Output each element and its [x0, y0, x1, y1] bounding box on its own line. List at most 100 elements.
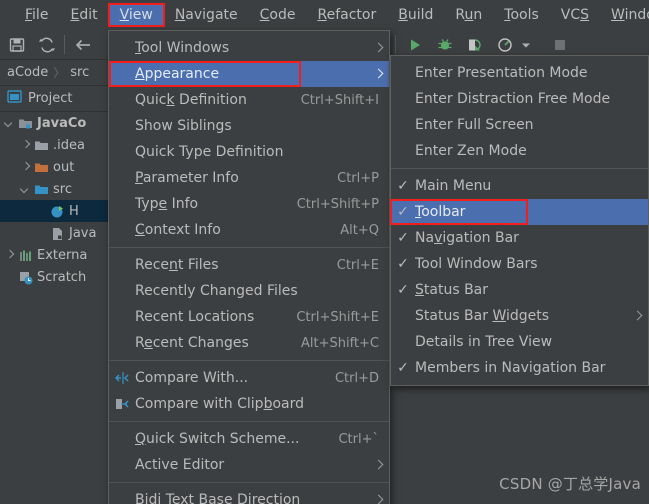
view-menu-item-type-info[interactable]: Type Info Ctrl+Shift+P: [109, 191, 389, 217]
check-icon: ✓: [397, 230, 409, 246]
menubar-item-refactor[interactable]: Refactor: [306, 4, 387, 26]
menu-item-label: Toolbar: [415, 204, 466, 220]
view-menu-item-parameter-info[interactable]: Parameter Info Ctrl+P: [109, 165, 389, 191]
menu-item-label: Members in Navigation Bar: [415, 360, 606, 376]
menu-item-label: Enter Distraction Free Mode: [415, 91, 611, 107]
appearance-menu-item-navigation-bar[interactable]: ✓ Navigation Bar: [391, 225, 648, 251]
breadcrumb-item-1[interactable]: src: [67, 65, 92, 80]
appearance-menu-item-enter-presentation-mode[interactable]: Enter Presentation Mode: [391, 60, 648, 86]
chevron-down-icon[interactable]: [20, 184, 31, 195]
folder-blue-icon: [34, 182, 49, 197]
breadcrumb-item-0[interactable]: aCode: [4, 65, 51, 80]
appearance-menu-item-enter-distraction-free-mode[interactable]: Enter Distraction Free Mode: [391, 86, 648, 112]
toolbar-separator-1: [64, 35, 65, 54]
menu-item-shortcut: Ctrl+`: [338, 431, 379, 447]
view-menu-popup[interactable]: Tool Windows Appearance Quick Definition Ct…: [108, 30, 390, 504]
chevron-down-icon[interactable]: [4, 118, 15, 129]
appearance-menu-item-details-in-tree-view[interactable]: Details in Tree View: [391, 329, 648, 355]
project-panel-title: Project: [28, 91, 73, 106]
appearance-menu-item-members-in-navigation-bar[interactable]: ✓ Members in Navigation Bar: [391, 355, 648, 381]
folder-icon: [34, 138, 49, 153]
main-menu-bar[interactable]: File Edit View Navigate Code Refactor Build Run…: [0, 0, 649, 30]
java-file-icon: [50, 226, 65, 241]
external-libraries-icon: [18, 248, 33, 263]
check-icon: ✓: [397, 256, 409, 272]
menu-item-label: Quick Type Definition: [135, 144, 284, 160]
view-menu-item-recent-locations[interactable]: Recent Locations Ctrl+Shift+E: [109, 304, 389, 330]
view-menu-item-tool-windows[interactable]: Tool Windows: [109, 35, 389, 61]
back-arrow-icon[interactable]: [74, 36, 92, 54]
appearance-menu-item-enter-zen-mode[interactable]: Enter Zen Mode: [391, 138, 648, 164]
view-menu-item-quick-type-definition[interactable]: Quick Type Definition: [109, 139, 389, 165]
appearance-menu-item-status-bar-widgets[interactable]: Status Bar Widgets: [391, 303, 648, 329]
menu-item-label: Details in Tree View: [415, 334, 553, 350]
view-menu-item-compare-with[interactable]: Compare With... Ctrl+D: [109, 365, 389, 391]
menu-separator: [391, 168, 648, 169]
menubar-item-file[interactable]: File: [14, 4, 59, 26]
module-folder-icon: [18, 116, 33, 131]
run-icon[interactable]: [406, 36, 424, 54]
tree-row-label: out: [53, 159, 75, 175]
appearance-menu-item-toolbar[interactable]: ✓ Toolbar: [390, 199, 648, 225]
chevron-right-icon[interactable]: [20, 140, 31, 151]
menubar-item-tools[interactable]: Tools: [493, 4, 550, 26]
dropdown-arrow-icon[interactable]: [520, 36, 532, 54]
menu-item-label: Status Bar Widgets: [415, 308, 550, 324]
compare-icon: [109, 371, 135, 385]
toolbar-separator-2: [395, 35, 396, 54]
csdn-watermark: CSDN @丁总学Java: [499, 475, 641, 493]
view-menu-item-context-info[interactable]: Context Info Alt+Q: [109, 217, 389, 243]
view-menu-item-show-siblings[interactable]: Show Siblings: [109, 113, 389, 139]
view-menu-item-recent-changes[interactable]: Recent Changes Alt+Shift+C: [109, 330, 389, 356]
view-menu-item-bidi-text-base-direction[interactable]: Bidi Text Base Direction: [109, 487, 389, 504]
menubar-item-build[interactable]: Build: [387, 4, 444, 26]
menubar-item-code[interactable]: Code: [249, 4, 307, 26]
view-menu-item-recent-files[interactable]: Recent Files Ctrl+E: [109, 252, 389, 278]
menu-item-label: Quick Switch Scheme...: [135, 431, 300, 447]
menu-item-shortcut: Ctrl+D: [334, 370, 379, 386]
appearance-menu-item-enter-full-screen[interactable]: Enter Full Screen: [391, 112, 648, 138]
menu-item-shortcut: Ctrl+Shift+P: [296, 196, 379, 212]
view-menu-item-compare-with-clipboard[interactable]: Compare with Clipboard: [109, 391, 389, 417]
menu-item-label: Compare with Clipboard: [135, 396, 304, 412]
save-icon[interactable]: [8, 36, 26, 54]
menu-item-shortcut: Alt+Q: [340, 222, 379, 238]
menubar-item-label: Navigate: [174, 7, 238, 23]
menu-item-label: Recent Locations: [135, 309, 255, 325]
menubar-item-edit[interactable]: Edit: [59, 4, 108, 26]
menu-item-shortcut: Alt+Shift+C: [300, 335, 379, 351]
menubar-item-navigate[interactable]: Navigate: [164, 4, 249, 26]
tree-row-label: JavaCo: [37, 115, 87, 131]
menubar-item-window[interactable]: Window: [600, 4, 649, 26]
menubar-item-run[interactable]: Run: [444, 4, 493, 26]
menu-item-label: Active Editor: [135, 457, 225, 473]
profiler-icon[interactable]: [496, 36, 514, 54]
menubar-item-label: Window: [611, 7, 649, 23]
menubar-item-vcs[interactable]: VCS: [550, 4, 600, 26]
appearance-submenu-popup[interactable]: Enter Presentation Mode Enter Distraction…: [390, 55, 649, 386]
appearance-menu-item-tool-window-bars[interactable]: ✓ Tool Window Bars: [391, 251, 648, 277]
chevron-right-icon[interactable]: [4, 250, 15, 261]
menu-item-label: Recent Changes: [135, 335, 249, 351]
view-menu-item-quick-definition[interactable]: Quick Definition Ctrl+Shift+I: [109, 87, 389, 113]
view-menu-item-recently-changed-files[interactable]: Recently Changed Files: [109, 278, 389, 304]
debug-icon[interactable]: [436, 36, 454, 54]
tree-row-label: Scratch: [37, 269, 87, 285]
check-icon: ✓: [397, 282, 409, 298]
check-icon: ✓: [397, 178, 409, 194]
menubar-item-label: Refactor: [317, 7, 377, 23]
menubar-item-label: File: [25, 7, 49, 23]
view-menu-item-active-editor[interactable]: Active Editor: [109, 452, 389, 478]
run-with-coverage-icon[interactable]: [466, 36, 484, 54]
sync-icon[interactable]: [38, 36, 56, 54]
menu-item-label: Compare With...: [135, 370, 249, 386]
menubar-item-view[interactable]: View: [107, 3, 165, 27]
view-menu-item-appearance[interactable]: Appearance: [109, 61, 389, 87]
appearance-menu-item-status-bar[interactable]: ✓ Status Bar: [391, 277, 648, 303]
menu-item-label: Enter Zen Mode: [415, 143, 527, 159]
chevron-right-icon[interactable]: [20, 162, 31, 173]
view-menu-item-quick-switch-scheme[interactable]: Quick Switch Scheme... Ctrl+`: [109, 426, 389, 452]
appearance-menu-item-main-menu[interactable]: ✓ Main Menu: [391, 173, 648, 199]
